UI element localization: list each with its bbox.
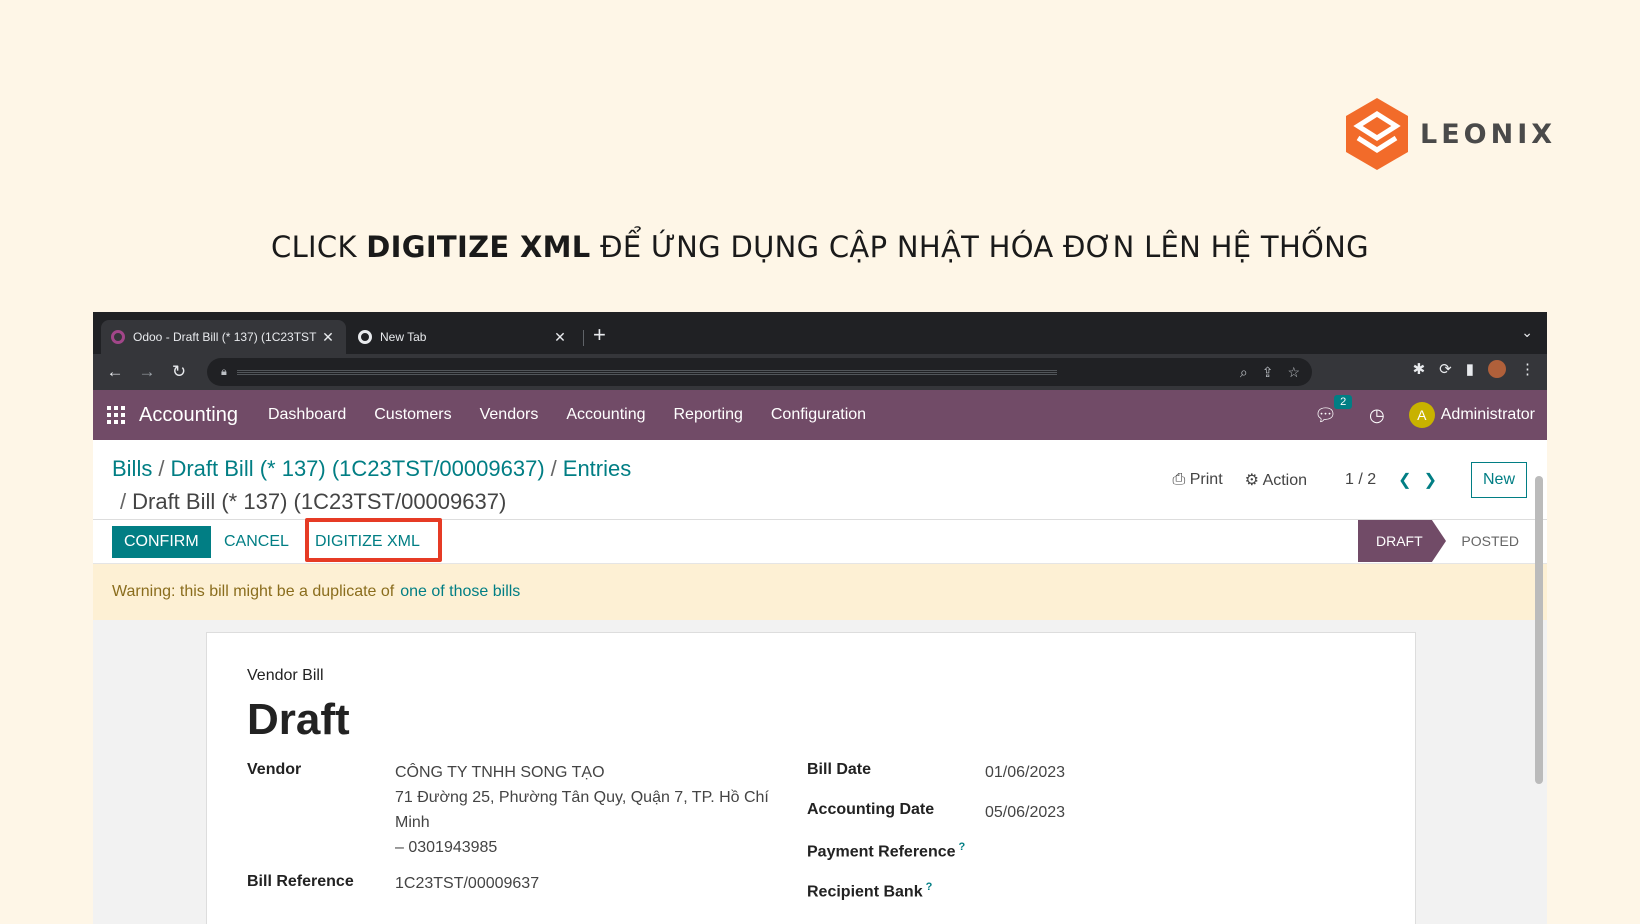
lock-icon: 🔒︎	[221, 365, 227, 378]
logo-text: LEONIX	[1420, 118, 1557, 150]
navbar-right: 💬︎ 2 ◷ A Administrator	[1314, 390, 1535, 440]
menu-vendors[interactable]: Vendors	[480, 406, 539, 424]
vendor-address: 71 Đường 25, Phường Tân Quy, Quận 7, TP.…	[395, 789, 769, 831]
document-state: Draft	[247, 695, 350, 744]
menu-accounting[interactable]: Accounting	[566, 406, 645, 424]
chevron-left-icon[interactable]: ❮	[1398, 472, 1423, 489]
sync-icon[interactable]: ⟳	[1439, 360, 1452, 378]
recipient-bank-label: Recipient Bank?	[807, 881, 933, 901]
help-tooltip-icon[interactable]: ?	[959, 841, 966, 853]
control-panel: Bills / Draft Bill (* 137) (1C23TST/000096…	[93, 440, 1547, 520]
back-icon[interactable]: ←	[99, 362, 131, 382]
tab-strip: Odoo - Draft Bill (* 137) (1C23TST ✕ New…	[93, 312, 1547, 354]
highlight-box	[305, 518, 442, 562]
new-tab-icon[interactable]: +	[593, 322, 606, 348]
vendor-name: CÔNG TY TNHH SONG TẠO	[395, 764, 605, 781]
menu-dashboard[interactable]: Dashboard	[268, 406, 346, 424]
print-button[interactable]: ⎙ Print	[1173, 471, 1223, 489]
leonix-logo-icon	[1346, 98, 1408, 170]
gear-icon: ⚙	[1244, 472, 1263, 489]
extension-icons: ✱ ⟳ ▮ ⋮	[1413, 360, 1535, 378]
apps-grid-icon[interactable]	[107, 406, 125, 424]
control-actions: ⎙ Print ⚙ Action 1 / 2 ❮❯ New	[1173, 462, 1527, 498]
chat-count-badge: 2	[1334, 394, 1353, 409]
status-bar: CONFIRM CANCEL DIGITIZE XML DRAFT POSTED	[93, 518, 1547, 564]
breadcrumb-current: Draft Bill (* 137) (1C23TST/00009637)	[132, 489, 507, 514]
warning-text: Warning: this bill might be a duplicate …	[112, 583, 395, 600]
bill-date-field[interactable]: 01/06/2023	[985, 760, 1065, 785]
help-tooltip-icon[interactable]: ?	[926, 881, 933, 893]
zoom-icon[interactable]: ⌕	[1240, 364, 1248, 381]
leonix-logo: LEONIX	[1344, 96, 1556, 172]
discuss-icon[interactable]: 💬︎ 2	[1314, 394, 1353, 426]
tab-separator	[583, 330, 584, 346]
activity-clock-icon[interactable]: ◷	[1369, 405, 1385, 426]
cancel-button[interactable]: CANCEL	[224, 526, 289, 558]
menu-configuration[interactable]: Configuration	[771, 406, 866, 424]
bill-reference-label: Bill Reference	[247, 873, 354, 890]
document-type: Vendor Bill	[247, 667, 324, 684]
chrome-icon	[358, 330, 372, 344]
odoo-app: Accounting Dashboard Customers Vendors A…	[93, 390, 1547, 924]
close-tab-icon[interactable]: ✕	[320, 329, 336, 346]
tab-search-icon[interactable]: ⌄	[1521, 324, 1533, 341]
menu-customers[interactable]: Customers	[374, 406, 451, 424]
breadcrumb: Bills / Draft Bill (* 137) (1C23TST/000096…	[112, 456, 632, 514]
form-sheet: Vendor Bill Draft Vendor CÔNG TY TNHH SO…	[206, 632, 1416, 924]
accounting-date-field[interactable]: 05/06/2023	[985, 800, 1065, 825]
tab-title: Odoo - Draft Bill (* 137) (1C23TST	[133, 330, 317, 344]
profile-avatar-icon[interactable]	[1488, 360, 1506, 378]
browser-window: Odoo - Draft Bill (* 137) (1C23TST ✕ New…	[93, 312, 1547, 924]
instruction-heading: CLICK DIGITIZE XML ĐỂ ỨNG DỤNG CẬP NHẬT …	[0, 230, 1640, 264]
tab-title: New Tab	[380, 330, 427, 344]
breadcrumb-entries[interactable]: Entries	[563, 456, 631, 481]
browser-toolbar: ← → ↻ 🔒︎ ⌕ ⇪ ☆ ✱ ⟳ ▮ ⋮	[93, 354, 1547, 390]
user-avatar: A	[1408, 402, 1435, 428]
reload-icon[interactable]: ↻	[163, 362, 195, 382]
stage-draft[interactable]: DRAFT	[1358, 520, 1446, 562]
share-icon[interactable]: ⇪	[1262, 364, 1274, 381]
odoo-favicon-icon	[111, 330, 125, 344]
payment-reference-label: Payment Reference?	[807, 841, 966, 861]
forward-icon[interactable]: →	[131, 362, 163, 382]
breadcrumb-bills[interactable]: Bills	[112, 456, 152, 481]
duplicate-bills-link[interactable]: one of those bills	[400, 583, 520, 601]
address-bar[interactable]: 🔒︎ ⌕ ⇪ ☆	[207, 358, 1312, 386]
scrollbar[interactable]	[1535, 476, 1543, 784]
bookmark-star-icon[interactable]: ☆	[1287, 364, 1300, 381]
breadcrumb-draft-bill[interactable]: Draft Bill (* 137) (1C23TST/00009637)	[170, 456, 544, 481]
vendor-field[interactable]: CÔNG TY TNHH SONG TẠO 71 Đường 25, Phườn…	[395, 760, 780, 860]
app-name[interactable]: Accounting	[139, 404, 238, 427]
tab-new[interactable]: New Tab ✕	[348, 320, 578, 354]
user-menu[interactable]: A Administrator	[1408, 402, 1535, 428]
duplicate-warning: Warning: this bill might be a duplicate …	[93, 564, 1547, 620]
close-tab-icon[interactable]: ✕	[552, 329, 568, 346]
pager-arrows: ❮❯	[1398, 470, 1449, 490]
heading-suffix: ĐỂ ỨNG DỤNG CẬP NHẬT HÓA ĐƠN LÊN HỆ THỐN…	[590, 230, 1369, 264]
tab-odoo[interactable]: Odoo - Draft Bill (* 137) (1C23TST ✕	[101, 320, 346, 354]
stage-posted[interactable]: POSTED	[1461, 520, 1519, 562]
vendor-tax-id: – 0301943985	[395, 839, 498, 856]
vendor-label: Vendor	[247, 761, 302, 778]
accounting-date-label: Accounting Date	[807, 801, 935, 818]
bill-date-label: Bill Date	[807, 761, 872, 778]
heading-bold: DIGITIZE XML	[366, 230, 591, 264]
printer-icon: ⎙	[1172, 471, 1190, 488]
side-panel-icon[interactable]: ▮	[1466, 360, 1474, 378]
new-button[interactable]: New	[1470, 462, 1527, 498]
kebab-menu-icon[interactable]: ⋮	[1520, 360, 1535, 378]
pager-value[interactable]: 1 / 2	[1345, 471, 1376, 489]
bill-reference-field[interactable]: 1C23TST/00009637	[395, 871, 539, 896]
omnibox-actions: ⌕ ⇪ ☆	[1240, 364, 1300, 381]
extensions-puzzle-icon[interactable]: ✱	[1413, 360, 1426, 378]
confirm-button[interactable]: CONFIRM	[112, 526, 211, 558]
action-button[interactable]: ⚙ Action	[1245, 470, 1307, 490]
url-redacted	[236, 369, 1057, 375]
user-name: Administrator	[1440, 406, 1535, 423]
heading-prefix: CLICK	[271, 230, 367, 264]
chevron-right-icon[interactable]: ❯	[1424, 472, 1449, 489]
menu-reporting[interactable]: Reporting	[674, 406, 743, 424]
top-navbar: Accounting Dashboard Customers Vendors A…	[93, 390, 1547, 440]
